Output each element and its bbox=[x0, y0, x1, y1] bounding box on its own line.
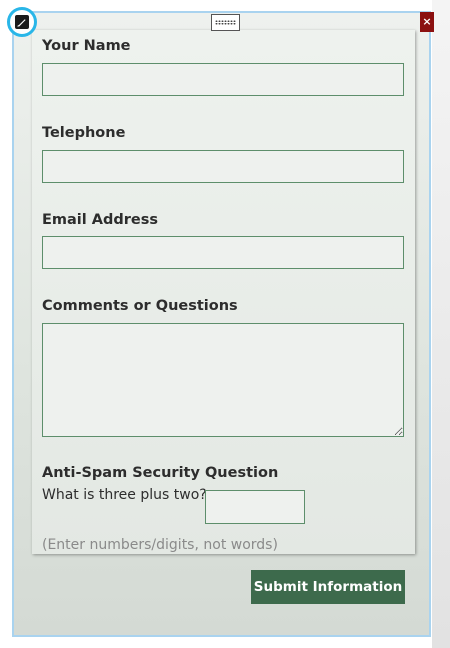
telephone-label: Telephone bbox=[42, 125, 126, 141]
antispam-heading: Anti-Spam Security Question bbox=[42, 465, 279, 481]
edit-button[interactable] bbox=[7, 7, 37, 37]
antispam-answer-input[interactable] bbox=[205, 490, 305, 524]
antispam-question: What is three plus two? bbox=[42, 487, 207, 503]
antispam-hint: (Enter numbers/digits, not words) bbox=[42, 537, 278, 553]
name-label: Your Name bbox=[42, 38, 131, 54]
email-input[interactable] bbox=[42, 236, 404, 269]
telephone-input[interactable] bbox=[42, 150, 404, 183]
email-label: Email Address bbox=[42, 212, 159, 228]
submit-button[interactable]: Submit Information bbox=[251, 570, 405, 604]
close-button[interactable]: × bbox=[420, 12, 434, 32]
drag-handle-icon bbox=[215, 20, 236, 25]
pencil-icon bbox=[17, 19, 26, 27]
name-input[interactable] bbox=[42, 63, 404, 96]
comments-label: Comments or Questions bbox=[42, 298, 238, 314]
comments-textarea[interactable] bbox=[42, 323, 404, 437]
drag-handle[interactable] bbox=[211, 14, 240, 31]
page-background-edge bbox=[432, 0, 450, 648]
